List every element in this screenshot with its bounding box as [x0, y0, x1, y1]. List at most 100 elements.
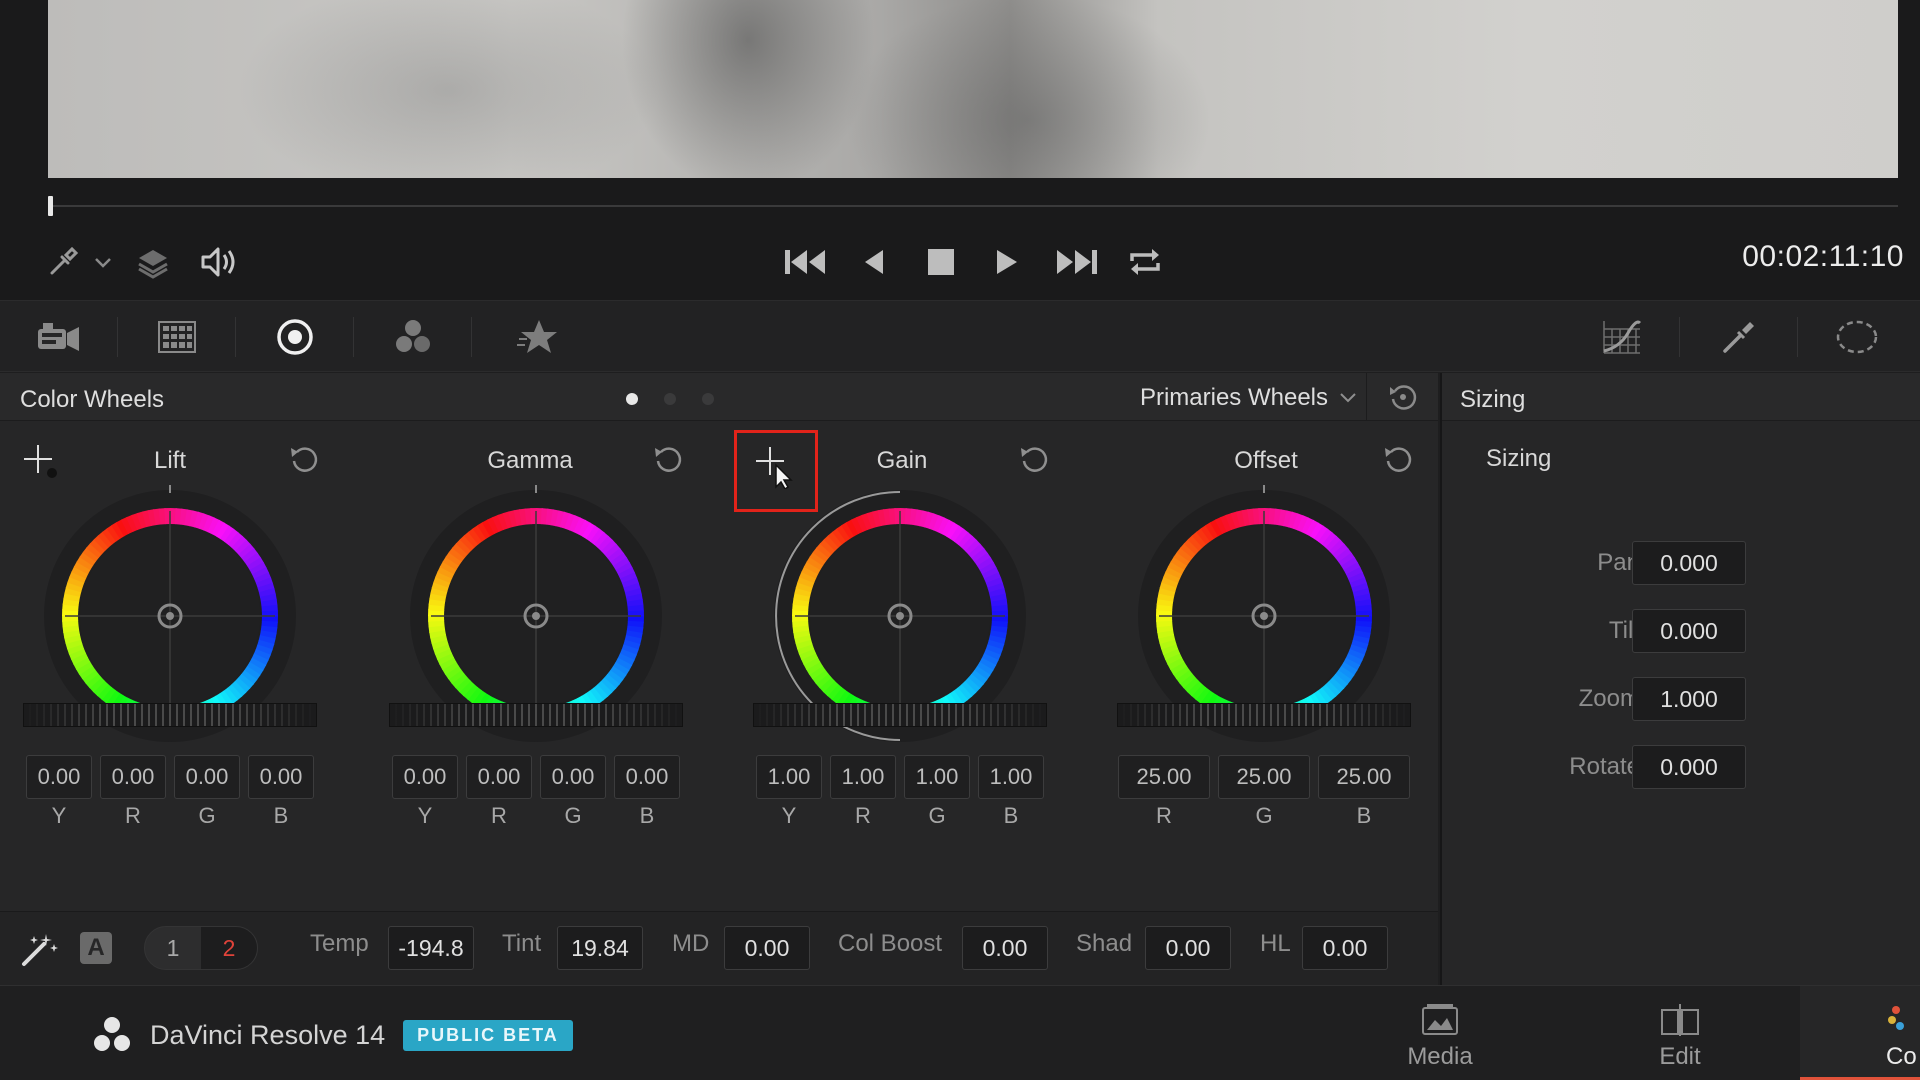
- page-dot-1[interactable]: [626, 393, 638, 405]
- motion-effects-icon[interactable]: [478, 301, 596, 373]
- palette-toolbar: [0, 300, 1920, 372]
- params-page-1[interactable]: 1: [145, 927, 201, 969]
- shad-field[interactable]: 0.00: [1145, 926, 1231, 970]
- tilt-field[interactable]: 0.000: [1632, 609, 1746, 653]
- highlight-box: [734, 430, 818, 512]
- master-wheel-gain[interactable]: [753, 703, 1047, 727]
- channel-label: G: [1255, 803, 1273, 828]
- value-r[interactable]: 1.00: [830, 755, 896, 799]
- value-fields: 0.00 0.00 0.00 0.00: [392, 755, 680, 799]
- picker-icon[interactable]: [40, 232, 86, 292]
- color-match-icon[interactable]: [118, 301, 236, 373]
- col-boost-label: Col Boost: [838, 930, 943, 957]
- window-icon[interactable]: [1798, 301, 1916, 373]
- chevron-down-icon[interactable]: [88, 232, 118, 292]
- color-wheels-panel: Color Wheels Primaries Wheels Lift 0.00 …: [0, 373, 1438, 985]
- md-field[interactable]: 0.00: [724, 926, 810, 970]
- wheel-gamma: Gamma 0.00 0.00 0.00 0.00 Y R G B: [356, 421, 716, 891]
- page-edit-button[interactable]: Edit: [1600, 986, 1760, 1080]
- value-b[interactable]: 25.00: [1318, 755, 1410, 799]
- reset-icon[interactable]: [288, 443, 322, 477]
- zoom-field[interactable]: 1.000: [1632, 677, 1746, 721]
- value-g[interactable]: 0.00: [174, 755, 240, 799]
- viewer: 00:02:11:10: [0, 0, 1920, 300]
- hl-field[interactable]: 0.00: [1302, 926, 1388, 970]
- channel-labels: Y R G B: [756, 803, 1044, 829]
- layers-icon[interactable]: [130, 232, 176, 292]
- transport-bar: [0, 232, 1920, 292]
- edit-page-icon: [1661, 1004, 1699, 1036]
- play-icon[interactable]: [990, 232, 1024, 292]
- channel-label: B: [1356, 803, 1372, 828]
- skip-start-icon[interactable]: [778, 232, 832, 292]
- page-media-button[interactable]: Media: [1360, 986, 1520, 1080]
- camera-raw-icon[interactable]: [0, 301, 118, 373]
- page-edit-label: Edit: [1659, 1043, 1701, 1070]
- value-b[interactable]: 0.00: [614, 755, 680, 799]
- page-dots[interactable]: [626, 393, 714, 405]
- page-footer: DaVinci Resolve 14 PUBLIC BETA Media Edi…: [0, 985, 1920, 1080]
- master-wheel-offset[interactable]: [1117, 703, 1411, 727]
- skip-end-icon[interactable]: [1050, 232, 1104, 292]
- value-y[interactable]: 1.00: [756, 755, 822, 799]
- rotate-label: Rotate: [1569, 753, 1640, 780]
- params-page-2[interactable]: 2: [201, 927, 257, 969]
- value-b[interactable]: 1.00: [978, 755, 1044, 799]
- channel-label: Y: [417, 803, 433, 828]
- col-boost-field[interactable]: 0.00: [962, 926, 1048, 970]
- master-wheel-lift[interactable]: [23, 703, 317, 727]
- channel-label: R: [491, 803, 507, 828]
- stop-icon[interactable]: [922, 232, 960, 292]
- resolve-logo-icon: [94, 1017, 130, 1051]
- params-page-switch[interactable]: 1 2: [144, 926, 258, 970]
- channel-label: G: [928, 803, 946, 828]
- value-y[interactable]: 0.00: [392, 755, 458, 799]
- page-color-button[interactable]: Co: [1800, 986, 1920, 1080]
- sizing-title: Sizing: [1460, 386, 1526, 413]
- value-r[interactable]: 0.00: [466, 755, 532, 799]
- value-g[interactable]: 25.00: [1218, 755, 1310, 799]
- color-wheels-icon[interactable]: [236, 301, 354, 373]
- timecode: 00:02:11:10: [1742, 240, 1904, 273]
- value-g[interactable]: 1.00: [904, 755, 970, 799]
- pan-field[interactable]: 0.000: [1632, 541, 1746, 585]
- brand: DaVinci Resolve 14 PUBLIC BETA: [92, 1016, 573, 1054]
- value-r[interactable]: 25.00: [1118, 755, 1210, 799]
- channel-labels: R G B: [1118, 803, 1410, 829]
- channel-label: B: [273, 803, 289, 828]
- value-y[interactable]: 0.00: [26, 755, 92, 799]
- channel-label: R: [125, 803, 141, 828]
- auto-balance-icon[interactable]: [20, 930, 60, 973]
- reset-icon[interactable]: [1018, 443, 1052, 477]
- scrubber-track[interactable]: [48, 205, 1898, 207]
- viewer-frame: [48, 0, 1898, 178]
- page-dot-3[interactable]: [702, 393, 714, 405]
- panel-title: Color Wheels: [20, 386, 165, 413]
- primaries-params-bar: A 1 2 Temp -194.8 Tint 19.84 MD 0.00 Col…: [0, 911, 1438, 985]
- value-g[interactable]: 0.00: [540, 755, 606, 799]
- step-back-icon[interactable]: [856, 232, 890, 292]
- temp-field[interactable]: -194.8: [388, 926, 474, 970]
- sizing-mode-label[interactable]: Sizing: [1486, 445, 1551, 473]
- page-dot-2[interactable]: [664, 393, 676, 405]
- value-r[interactable]: 0.00: [100, 755, 166, 799]
- auto-color-button[interactable]: A: [80, 932, 112, 964]
- wheels-mode-select[interactable]: Primaries Wheels: [1140, 384, 1358, 412]
- value-b[interactable]: 0.00: [248, 755, 314, 799]
- scrubber-playhead[interactable]: [48, 196, 53, 216]
- master-wheel-gamma[interactable]: [389, 703, 683, 727]
- loop-icon[interactable]: [1122, 232, 1168, 292]
- media-page-icon: [1422, 1004, 1458, 1035]
- chevron-down-icon: [1340, 393, 1356, 403]
- rgb-mixer-icon[interactable]: [354, 301, 472, 373]
- reset-icon[interactable]: [1382, 443, 1416, 477]
- reset-icon[interactable]: [652, 443, 686, 477]
- temp-label: Temp: [310, 930, 369, 957]
- rotate-field[interactable]: 0.000: [1632, 745, 1746, 789]
- tint-field[interactable]: 19.84: [557, 926, 643, 970]
- reset-all-button[interactable]: [1366, 373, 1438, 421]
- value-fields: 25.00 25.00 25.00: [1118, 755, 1410, 799]
- curves-icon[interactable]: [1562, 301, 1680, 373]
- speaker-icon[interactable]: [196, 232, 242, 292]
- qualifier-icon[interactable]: [1680, 301, 1798, 373]
